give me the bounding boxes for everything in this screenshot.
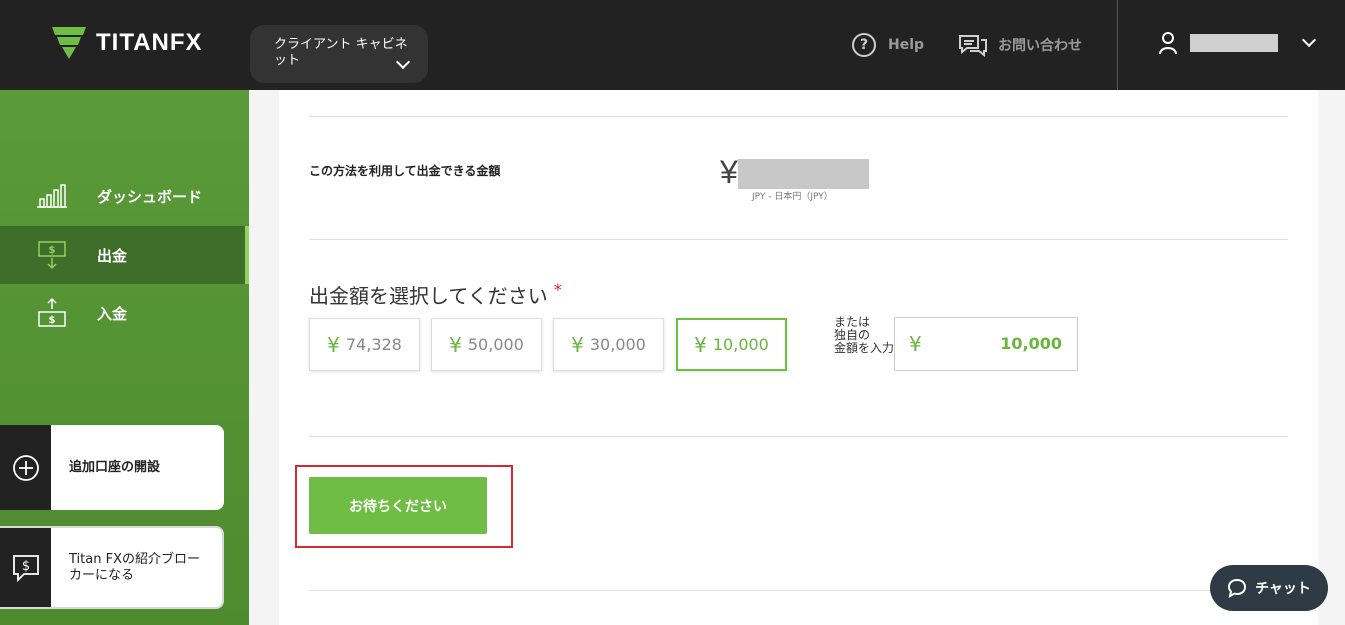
titan-shield-icon [52, 27, 86, 59]
svg-text:$: $ [49, 245, 56, 256]
amount-value: 74,328 [345, 335, 402, 354]
cabinet-label: クライアント キャビネット [274, 37, 408, 68]
contact-label: お問い合わせ [998, 38, 1082, 54]
sidebar-item-dashboard[interactable]: ダッシュボード [0, 167, 249, 225]
amount-option-74328[interactable]: ¥ 74,328 [309, 318, 420, 371]
custom-amount-input[interactable]: ¥ 10,000 [894, 317, 1078, 371]
sidebar-item-label: ダッシュボード [97, 187, 203, 206]
withdraw-icon: $ [36, 239, 68, 271]
svg-text:$: $ [49, 315, 56, 326]
submit-withdraw-button[interactable]: お待ちください [309, 477, 487, 534]
help-label: Help [888, 37, 925, 53]
chat-button[interactable]: チャット [1210, 565, 1328, 611]
divider [309, 590, 1288, 591]
sidebar-item-deposit[interactable]: $ 入金 [0, 284, 249, 342]
redacted-available-amount [738, 159, 869, 189]
chevron-down-icon [1301, 32, 1317, 48]
help-link[interactable]: ? Help [852, 33, 924, 57]
sidebar: ダッシュボード $ 出金 $ 入金 追加口座の開設 $ Titan FXの紹介ブ… [0, 90, 249, 625]
custom-amount-hint: または 独自の 金額を入力 [834, 316, 900, 355]
svg-text:$: $ [21, 559, 29, 574]
yen-symbol: ¥ [449, 332, 462, 357]
amount-value: 10,000 [712, 335, 769, 354]
chevron-down-icon [395, 54, 411, 70]
select-amount-label: 出金額を選択してください [309, 284, 548, 308]
available-currency-note: JPY - 日本円（JPY） [752, 192, 833, 202]
yen-symbol: ¥ [571, 332, 584, 357]
chat-bubbles-icon [959, 35, 987, 57]
header-divider [1117, 0, 1118, 90]
card-icon-column: $ [0, 528, 51, 607]
sidebar-item-withdraw[interactable]: $ 出金 [0, 226, 249, 284]
amount-value: 50,000 [467, 335, 524, 354]
available-amount-label: この方法を利用して出金できる金額 [309, 164, 501, 178]
sidebar-item-label: 出金 [97, 246, 128, 265]
card-icon-column [0, 425, 51, 510]
plus-circle-icon [12, 454, 39, 481]
become-introducing-broker-card[interactable]: $ Titan FXの紹介ブローカーになる [0, 526, 224, 609]
bar-chart-icon [36, 180, 68, 212]
card-label: Titan FXの紹介ブローカーになる [69, 551, 200, 583]
chat-label: チャット [1255, 581, 1311, 597]
custom-amount-hint-line: 金額を入力 [834, 341, 895, 355]
custom-amount-value: 10,000 [1000, 334, 1062, 353]
question-circle-icon: ? [852, 33, 876, 57]
brand-name: TITANFX [96, 29, 203, 56]
yen-symbol: ¥ [909, 332, 922, 356]
available-currency-symbol: ¥ [720, 154, 738, 190]
divider [309, 239, 1288, 240]
user-icon [1159, 32, 1177, 55]
select-amount-title: 出金額を選択してください * [309, 280, 562, 309]
yen-symbol: ¥ [327, 332, 340, 357]
divider [309, 436, 1288, 437]
open-additional-account-card[interactable]: 追加口座の開設 [0, 425, 224, 510]
yen-symbol: ¥ [694, 332, 707, 357]
amount-option-10000[interactable]: ¥ 10,000 [676, 318, 787, 371]
client-cabinet-dropdown[interactable]: クライアント キャビネット [250, 25, 428, 83]
divider [309, 116, 1288, 117]
required-mark: * [553, 280, 562, 299]
top-header: TITANFX クライアント キャビネット ? Help お問い合わせ [0, 0, 1345, 90]
amount-option-50000[interactable]: ¥ 50,000 [431, 318, 542, 371]
user-menu[interactable] [1158, 31, 1317, 55]
amount-option-30000[interactable]: ¥ 30,000 [553, 318, 664, 371]
sidebar-item-label: 入金 [97, 304, 128, 323]
deposit-icon: $ [36, 297, 68, 329]
redacted-username [1190, 34, 1278, 52]
dollar-chat-icon: $ [12, 554, 39, 582]
card-label: 追加口座の開設 [69, 459, 161, 475]
brand-logo[interactable]: TITANFX [50, 25, 203, 61]
chat-bubble-icon [1228, 578, 1247, 598]
amount-value: 30,000 [589, 335, 646, 354]
contact-link[interactable]: お問い合わせ [958, 33, 1082, 57]
